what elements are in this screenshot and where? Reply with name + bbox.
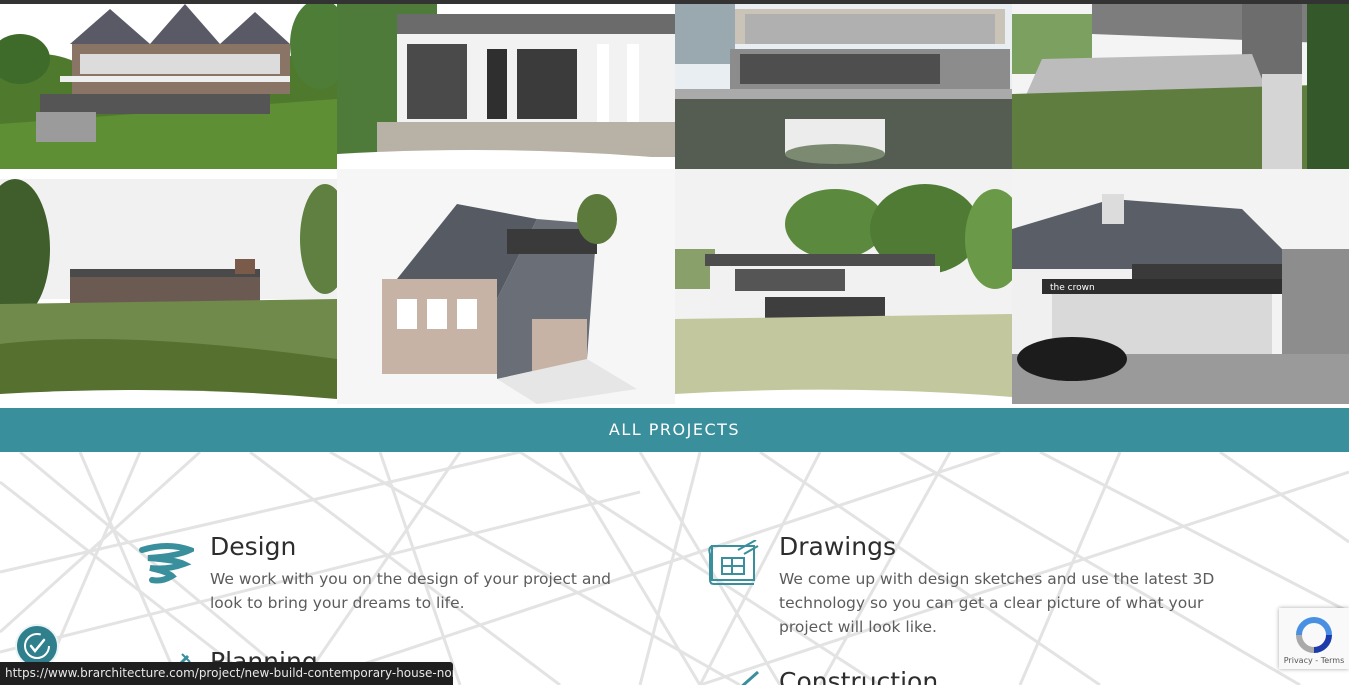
all-projects-label: ALL PROJECTS (608, 420, 741, 439)
project-tile-4[interactable] (1012, 4, 1349, 169)
recaptcha-logo-icon (1296, 617, 1332, 653)
project-tile-1[interactable] (0, 4, 337, 169)
all-projects-button[interactable]: ALL PROJECTS (0, 408, 1349, 452)
blueprint-icon (708, 540, 759, 585)
service-title: Construction (779, 667, 939, 685)
recaptcha-badge[interactable]: Privacy - Terms (1279, 608, 1349, 669)
car-label: the crown (1050, 283, 1095, 293)
service-construction: Construction (779, 667, 1199, 685)
service-title: Drawings (779, 532, 896, 561)
service-design: Design We work with you on the design of… (210, 532, 630, 615)
recaptcha-links[interactable]: Privacy - Terms (1279, 656, 1349, 665)
services-section: Design We work with you on the design of… (0, 452, 1349, 685)
project-tile-6[interactable] (337, 169, 675, 404)
project-tile-2[interactable] (337, 4, 675, 169)
service-text: We work with you on the design of your p… (210, 570, 612, 612)
project-tile-3[interactable] (675, 4, 1012, 169)
pencil-icon (741, 670, 759, 685)
project-tile-8[interactable]: the crown (1012, 169, 1349, 404)
project-tile-7[interactable] (675, 169, 1012, 404)
project-gallery: the crown (0, 4, 1349, 408)
project-tile-5[interactable] (0, 169, 337, 404)
brush-stroke-icon (139, 543, 194, 584)
service-text: We come up with design sketches and use … (779, 570, 1215, 636)
status-url-bar: https://www.brarchitecture.com/project/n… (0, 662, 453, 685)
service-title: Design (210, 532, 297, 561)
service-drawings: Drawings We come up with design sketches… (779, 532, 1229, 639)
accessibility-check-icon (24, 633, 50, 659)
